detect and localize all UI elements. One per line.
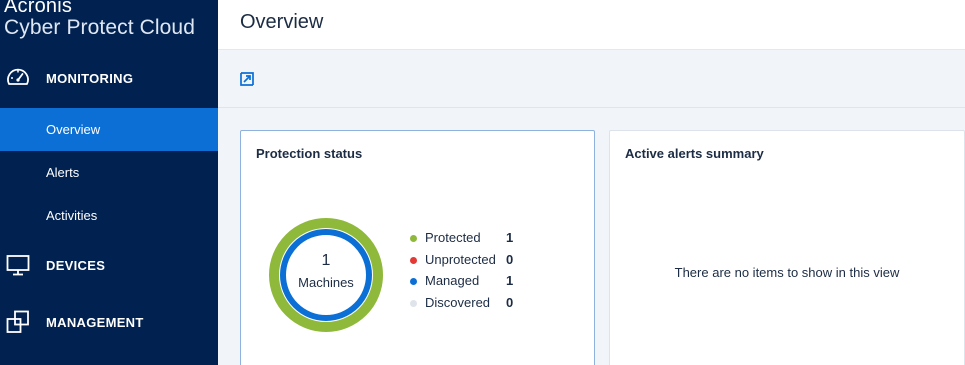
sidebar-item-activities[interactable]: Activities (0, 194, 218, 237)
legend-label: Discovered (425, 295, 491, 311)
machines-label: Machines (298, 275, 354, 290)
legend-item-unprotected[interactable]: Unprotected 0 (410, 250, 530, 272)
protection-legend: Protected 1 Unprotected 0 Managed 1 Disc… (410, 228, 530, 315)
legend-item-protected[interactable]: Protected 1 (410, 228, 530, 250)
sidebar: Acronis Cyber Protect Cloud MONITORING O… (0, 0, 218, 365)
active-alerts-widget[interactable]: Active alerts summary There are no items… (609, 130, 965, 365)
widget-title: Active alerts summary (625, 146, 764, 161)
sidebar-section-devices[interactable]: DEVICES (0, 245, 218, 285)
legend-item-discovered[interactable]: Discovered 0 (410, 293, 530, 315)
legend-value: 0 (506, 251, 514, 267)
legend-dot (410, 278, 417, 286)
sidebar-item-label: Overview (46, 122, 101, 137)
empty-state-text: There are no items to show in this view (674, 265, 900, 280)
legend-value: 0 (506, 295, 514, 311)
speedometer-icon (7, 68, 29, 85)
legend-label: Managed (425, 273, 480, 289)
sidebar-item-label: Activities (46, 208, 98, 223)
sidebar-section-label: DEVICES (46, 257, 106, 273)
legend-item-managed[interactable]: Managed 1 (410, 271, 530, 293)
legend-value: 1 (506, 230, 514, 245)
brand-logo[interactable]: Acronis Cyber Protect Cloud (4, 0, 195, 38)
widget-title: Protection status (256, 146, 363, 161)
brand-name: Acronis (4, 0, 73, 17)
legend-label: Protected (425, 230, 481, 245)
legend-dot (410, 300, 417, 308)
page-title: Overview (240, 11, 324, 33)
monitor-icon (6, 255, 30, 276)
sidebar-section-monitoring[interactable]: MONITORING (0, 58, 218, 98)
legend-label: Unprotected (425, 251, 496, 267)
copy-squares-icon (6, 310, 29, 333)
machines-count: 1 (321, 252, 331, 269)
legend-dot (410, 235, 417, 242)
sidebar-item-alerts[interactable]: Alerts (0, 151, 218, 194)
page-header: Overview (218, 0, 965, 50)
open-external-icon[interactable] (239, 71, 255, 87)
sidebar-section-label: MONITORING (46, 70, 134, 86)
toolbar (218, 50, 965, 108)
protection-status-widget[interactable]: Protection status 1 Machines Protected 1… (240, 130, 595, 365)
legend-value: 1 (506, 273, 514, 289)
sidebar-item-label: Alerts (46, 165, 80, 180)
legend-dot (410, 256, 417, 264)
sidebar-section-label: MANAGEMENT (46, 314, 144, 330)
sidebar-section-management[interactable]: MANAGEMENT (0, 302, 218, 342)
brand-product: Cyber Protect Cloud (4, 16, 195, 39)
sidebar-item-overview[interactable]: Overview (0, 108, 218, 151)
